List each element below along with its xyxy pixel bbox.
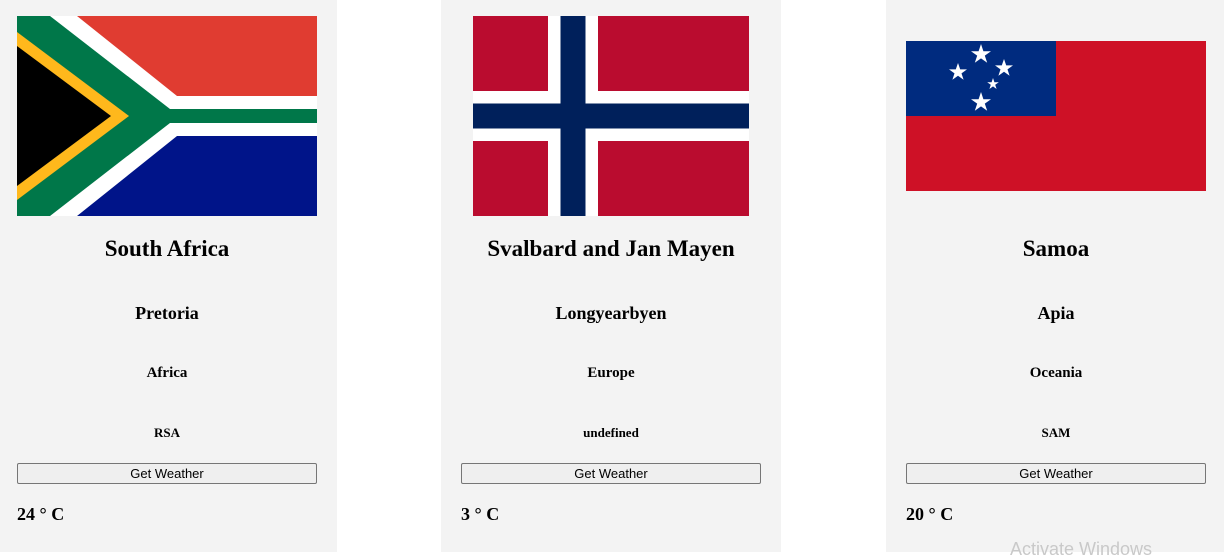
country-card: Svalbard and Jan Mayen Longyearbyen Euro… bbox=[441, 0, 781, 552]
capital-name: Apia bbox=[1037, 303, 1075, 323]
samoa-flag-icon bbox=[906, 41, 1206, 191]
country-card: Samoa Apia Oceania SAM Get Weather 20 ° … bbox=[886, 0, 1224, 552]
norway-flag-icon bbox=[473, 16, 749, 216]
temperature-value: 20 ° C bbox=[906, 504, 954, 524]
region-name: Oceania bbox=[1029, 365, 1083, 381]
region-name: Africa bbox=[146, 365, 188, 381]
country-code: RSA bbox=[153, 425, 180, 440]
country-name: Samoa bbox=[1022, 236, 1090, 261]
country-card: South Africa Pretoria Africa RSA Get Wea… bbox=[0, 0, 337, 552]
south-africa-flag-icon bbox=[17, 16, 317, 216]
capital-name: Pretoria bbox=[135, 303, 199, 323]
temperature-value: 24 ° C bbox=[17, 504, 65, 524]
region-name: Europe bbox=[587, 365, 635, 381]
get-weather-button[interactable]: Get Weather bbox=[461, 463, 761, 484]
get-weather-button[interactable]: Get Weather bbox=[906, 463, 1206, 484]
capital-name: Longyearbyen bbox=[555, 303, 667, 323]
country-code: SAM bbox=[1041, 425, 1071, 440]
temperature-value: 3 ° C bbox=[461, 504, 500, 524]
activate-windows-watermark: Activate Windows bbox=[1010, 539, 1153, 559]
country-name: Svalbard and Jan Mayen bbox=[487, 236, 735, 261]
country-name: South Africa bbox=[104, 236, 230, 261]
get-weather-button[interactable]: Get Weather bbox=[17, 463, 317, 484]
country-code: undefined bbox=[583, 425, 639, 440]
